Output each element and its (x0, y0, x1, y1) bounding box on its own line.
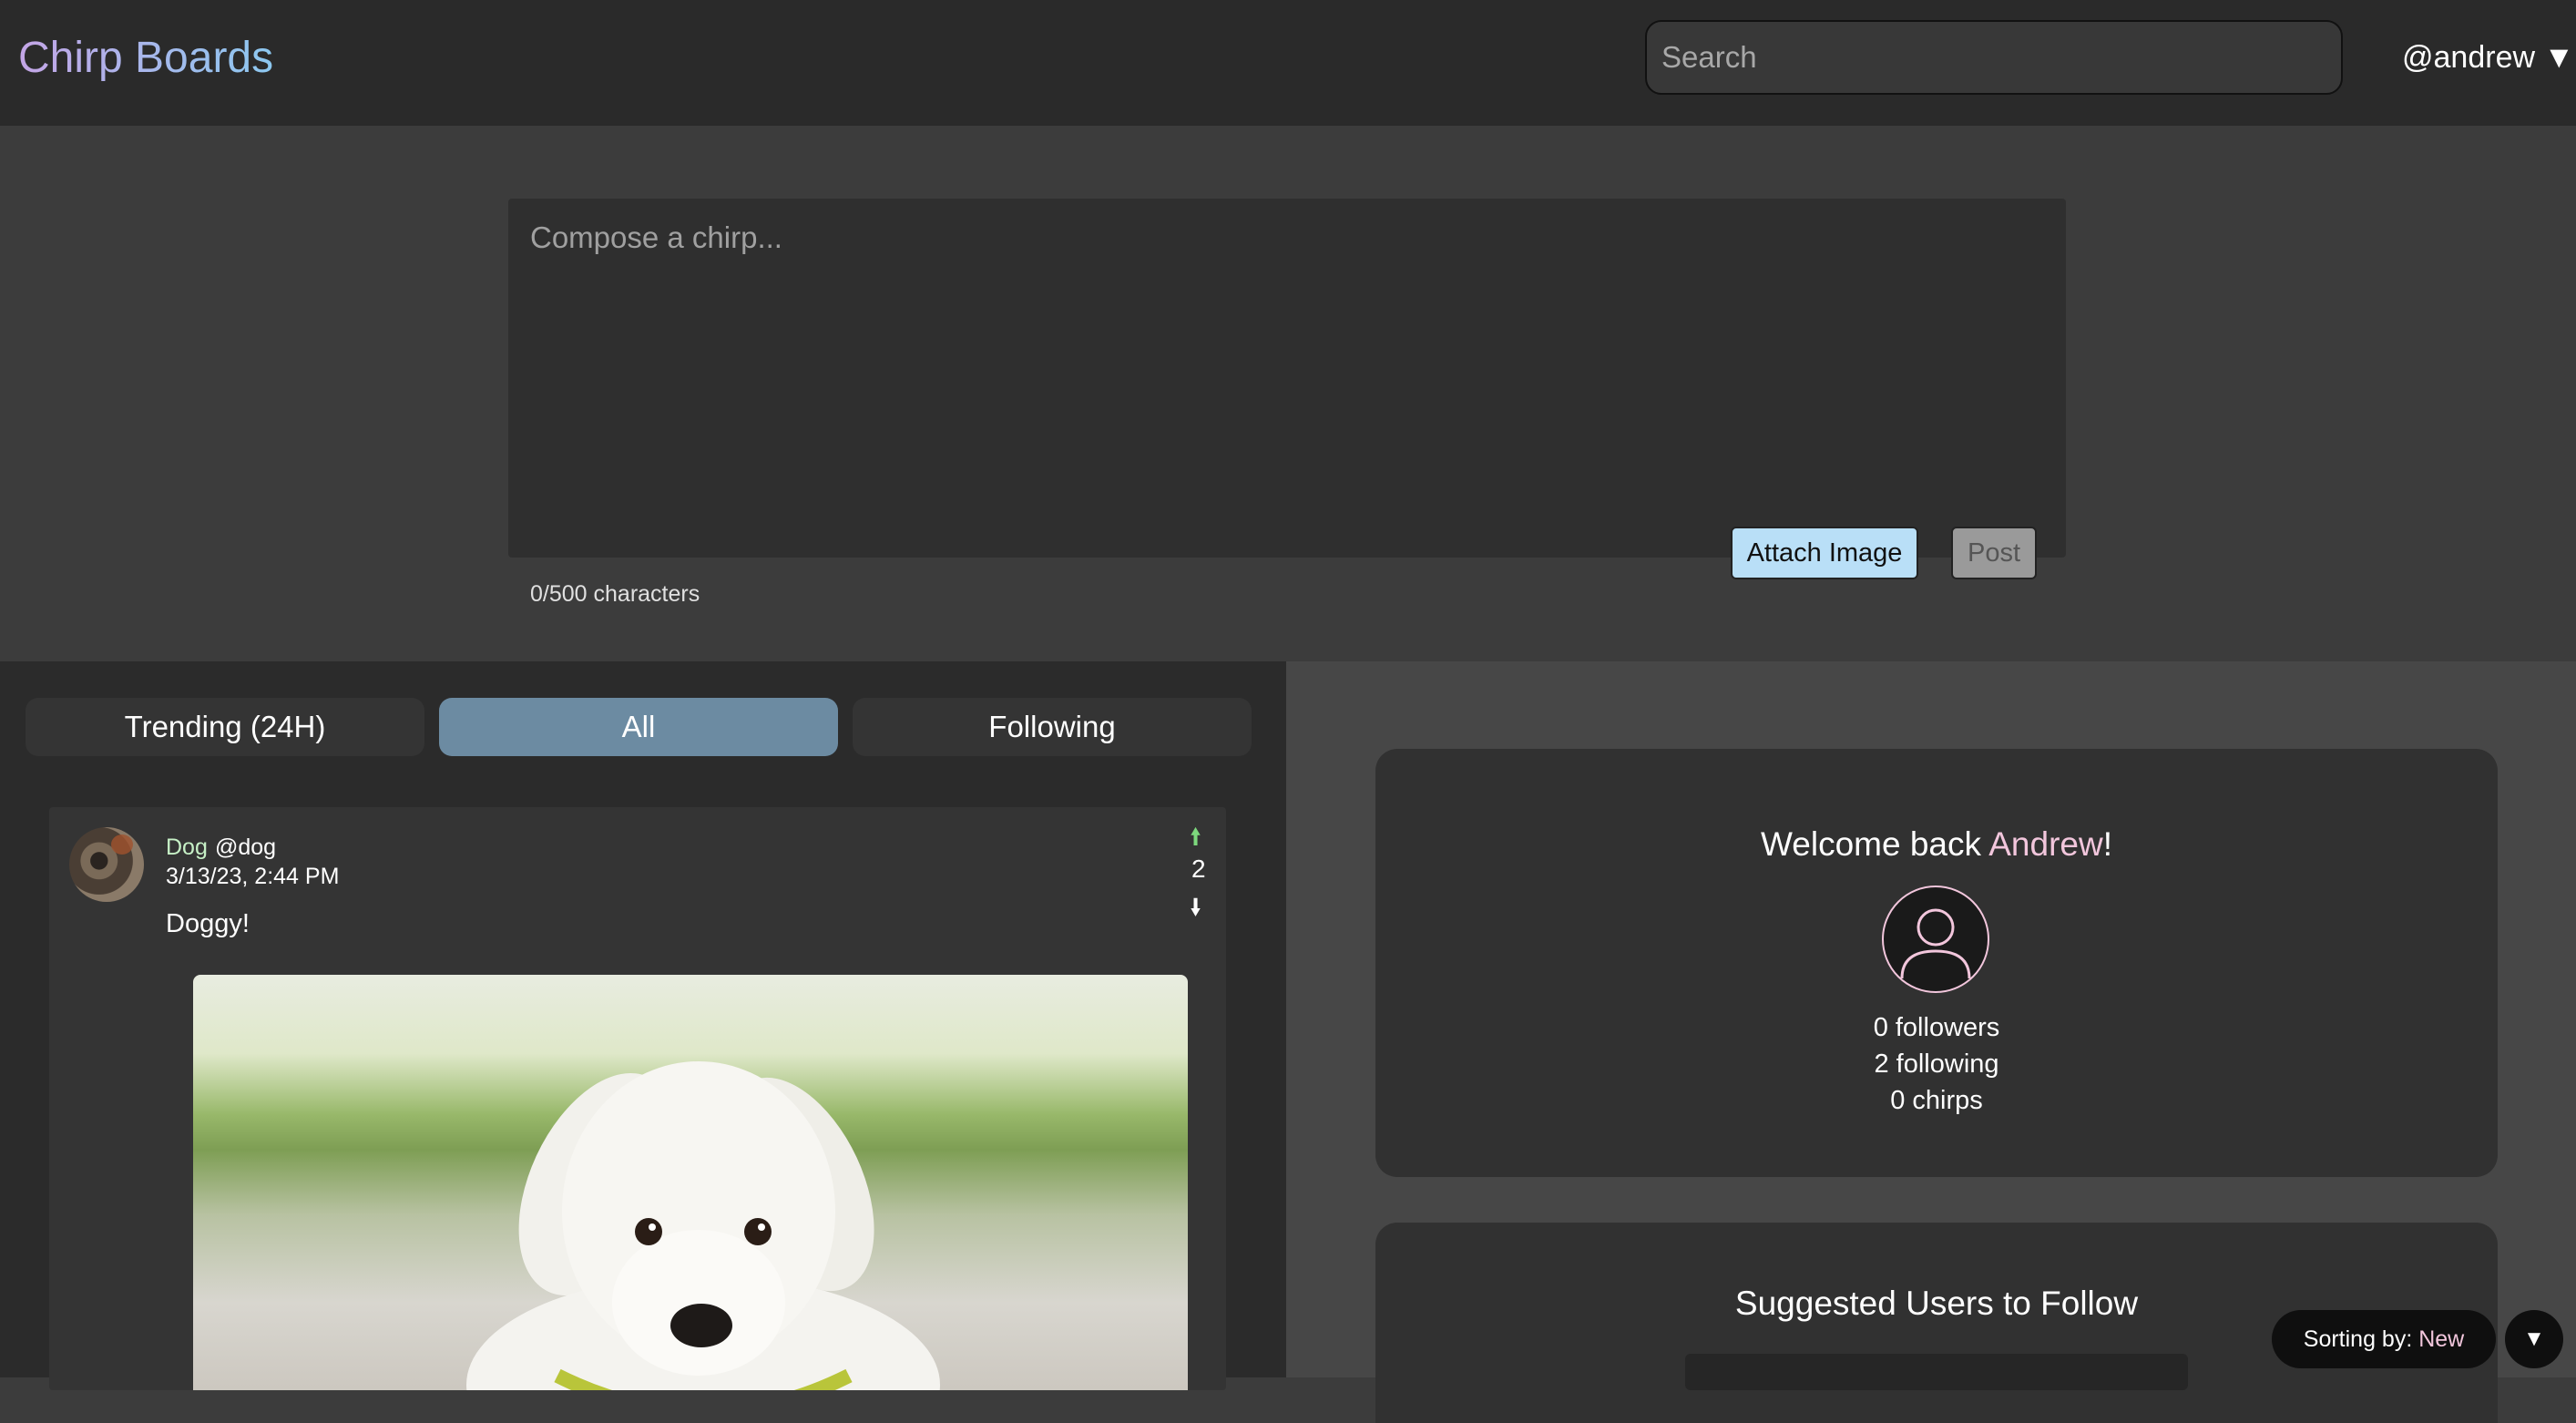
search-input[interactable] (1645, 20, 2343, 95)
user-menu-button[interactable]: @andrew ▼ (2402, 35, 2574, 80)
feed-panel: Trending (24H) All Following Dog @dog 3/… (0, 661, 1286, 1390)
following-count[interactable]: 2 following (1375, 1049, 2498, 1080)
welcome-card: Welcome back Andrew! 0 followers 2 follo… (1375, 749, 2498, 1177)
followers-count[interactable]: 0 followers (1375, 1013, 2498, 1043)
sort-value: New (2418, 1326, 2465, 1352)
chirp-timestamp: 3/13/23, 2:44 PM (166, 864, 340, 889)
suggested-user-item[interactable] (1685, 1354, 2188, 1390)
app-logo[interactable]: Chirp Boards (18, 31, 273, 86)
chevron-down-icon: ▼ (2543, 40, 2575, 75)
author-avatar[interactable] (69, 827, 144, 902)
right-sidebar: Welcome back Andrew! 0 followers 2 follo… (1286, 661, 2576, 1423)
post-button[interactable]: Post (1951, 527, 2037, 579)
welcome-suffix: ! (2102, 825, 2112, 863)
author-handle[interactable]: @dog (215, 834, 276, 861)
user-icon (1900, 908, 1971, 979)
author-name[interactable]: Dog (166, 834, 208, 861)
compose-section: 0/500 characters (0, 126, 2576, 661)
tab-trending[interactable]: Trending (24H) (26, 698, 424, 756)
compose-textarea[interactable] (508, 199, 2066, 499)
sort-indicator[interactable]: Sorting by: New (2272, 1310, 2496, 1368)
compose-box: 0/500 characters (508, 199, 2066, 607)
sort-label: Sorting by: (2303, 1326, 2419, 1352)
puppy-illustration (466, 1061, 940, 1390)
user-handle: @andrew (2402, 40, 2536, 75)
welcome-prefix: Welcome back (1761, 825, 1989, 863)
vote-count: 2 (1191, 855, 1206, 883)
character-counter: 0/500 characters (530, 581, 700, 607)
tab-all[interactable]: All (439, 698, 838, 756)
profile-avatar-icon[interactable] (1882, 886, 1989, 993)
welcome-heading: Welcome back Andrew! (1375, 825, 2498, 864)
chirp-image (193, 975, 1188, 1390)
arrow-down-icon[interactable]: 🠛 (1190, 891, 1201, 931)
attach-image-button[interactable]: Attach Image (1731, 527, 1918, 579)
sort-toggle-chevron-icon[interactable]: ▼ (2505, 1310, 2563, 1368)
top-navbar: Chirp Boards @andrew ▼ (0, 0, 2576, 126)
chirp-card: Dog @dog 3/13/23, 2:44 PM Doggy! 🠙 2 🠛 (49, 807, 1226, 1390)
tab-following[interactable]: Following (853, 698, 1252, 756)
chirps-count: 0 chirps (1890, 1086, 1983, 1115)
chirp-text: Doggy! (166, 909, 250, 938)
welcome-username[interactable]: Andrew (1988, 825, 2102, 863)
